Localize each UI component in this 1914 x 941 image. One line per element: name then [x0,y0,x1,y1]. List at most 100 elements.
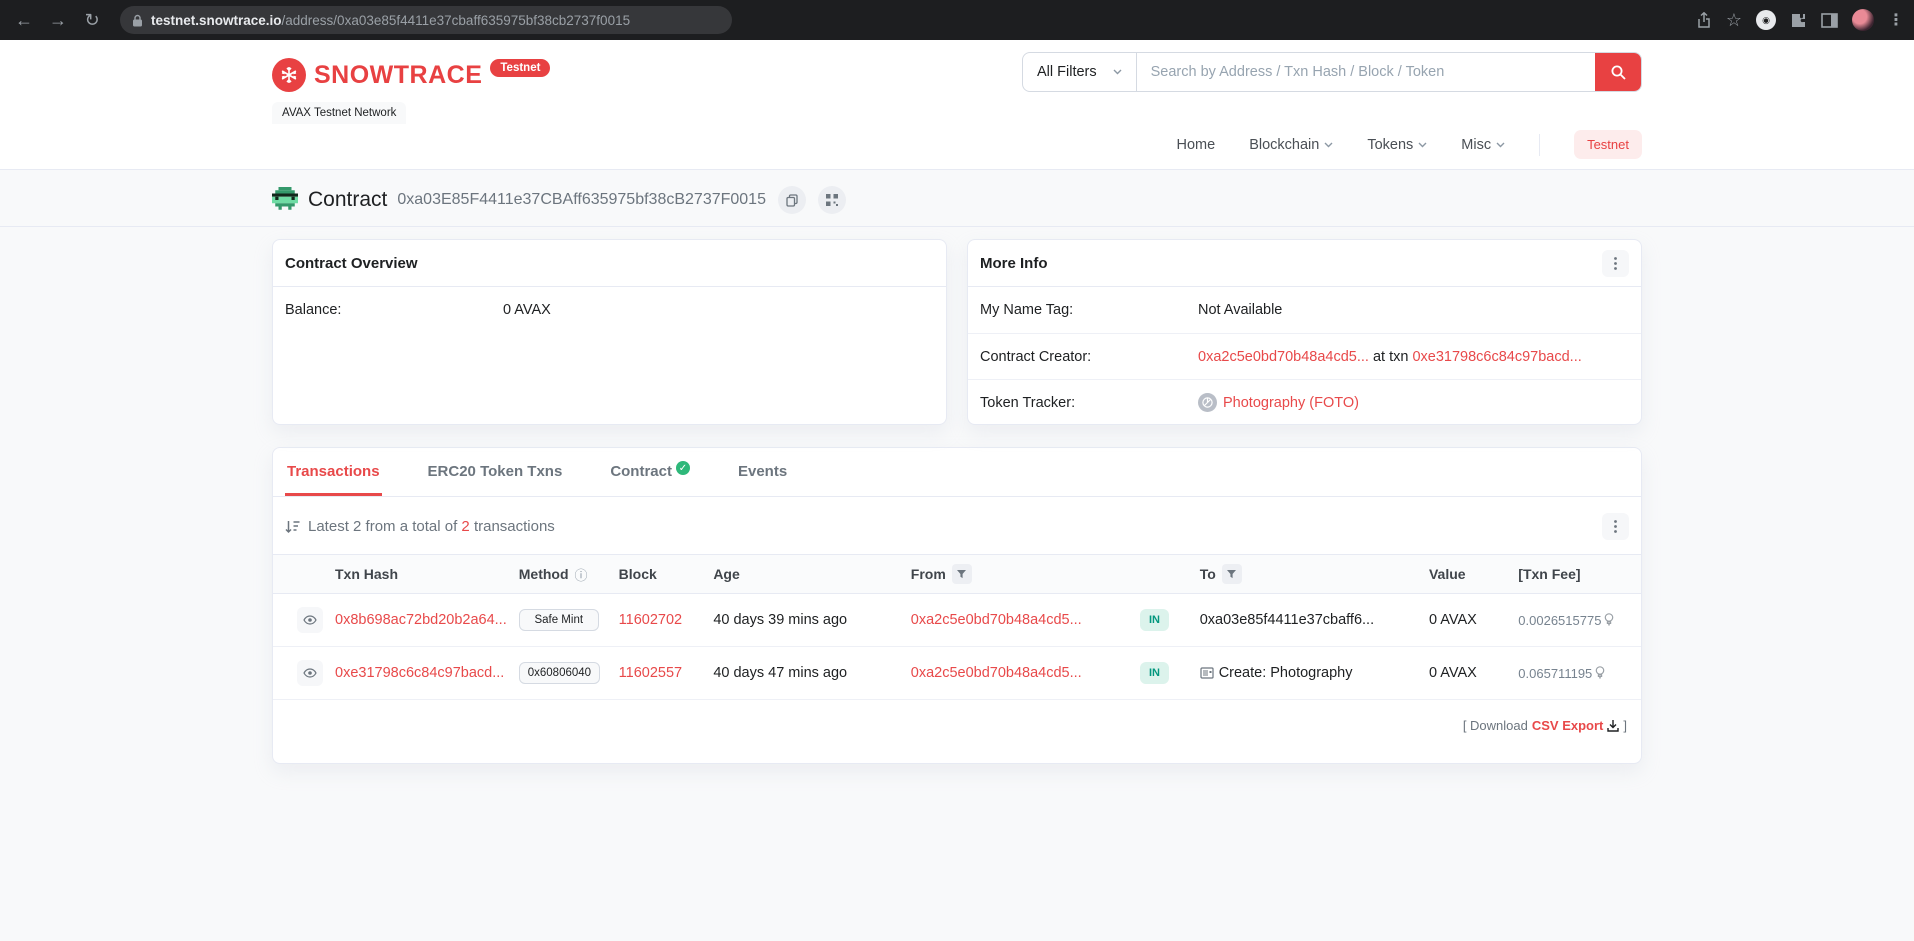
contract-address: 0xa03E85F4411e37CBAff635975bf38cB2737F00… [397,191,766,208]
column-header-direction [1134,554,1194,594]
eye-icon [303,668,317,678]
from-address-link[interactable]: 0xa2c5e0bd70b48a4cd5... [911,612,1082,628]
address-identicon [272,187,298,210]
tab-events[interactable]: Events [736,448,789,496]
info-icon[interactable]: ⓘ [575,565,588,584]
tab-transactions[interactable]: Transactions [285,448,382,496]
txn-panel-menu-button[interactable] [1602,513,1629,540]
block-link[interactable]: 11602557 [619,665,682,681]
column-header-value: Value [1422,554,1513,594]
overview-card-title: Contract Overview [285,254,418,272]
search-filter-label: All Filters [1037,64,1097,80]
contract-verified-icon: ✓ [675,461,690,475]
filter-icon [1227,569,1237,578]
bookmark-star-icon[interactable]: ☆ [1726,10,1742,31]
search-bar: All Filters [1022,52,1642,92]
extensions-puzzle-icon[interactable] [1790,12,1807,29]
nav-divider [1539,133,1541,156]
lock-icon [132,14,143,27]
method-badge[interactable]: Safe Mint [518,609,599,631]
extension-avatar-icon[interactable]: ◉ [1756,10,1776,30]
txn-fee: 0.065711195 [1518,665,1593,681]
filter-icon [957,569,967,578]
browser-forward-icon[interactable]: → [44,6,72,34]
browser-address-bar[interactable]: testnet.snowtrace.io/address/0xa03e85f44… [120,6,732,34]
search-button[interactable] [1595,53,1641,91]
txn-row: 0xe31798c6c84c97bacd... 0x60806040 11602… [273,646,1641,700]
txn-summary: Latest 2 from a total of 2 transactions [308,518,555,535]
url-host: testnet.snowtrace.io [151,12,282,28]
nav-item-misc[interactable]: Misc [1461,137,1505,153]
browser-menu-icon[interactable]: ⋮ [1888,10,1904,30]
eye-icon [303,615,317,625]
direction-badge: IN [1140,662,1169,684]
column-header-from: From [904,554,1134,594]
more-info-card-title: More Info [980,254,1048,272]
creator-separator: at txn [1372,348,1409,365]
token-tracker-link[interactable]: Photography (FOTO) [1223,395,1359,411]
creator-address-link[interactable]: 0xa2c5e0bd70b48a4cd5... [1198,349,1369,365]
method-badge[interactable]: 0x60806040 [518,662,601,684]
title-strip: Contract 0xa03E85F4411e37CBAff635975bf38… [0,170,1914,227]
txn-details-button[interactable] [297,660,323,686]
profile-avatar[interactable] [1852,9,1874,31]
balance-value: 0 AVAX [503,302,551,318]
more-info-menu-button[interactable] [1602,249,1629,277]
txn-hash-link[interactable]: 0xe31798c6c84c97bacd... [335,665,504,681]
column-header-details [273,554,329,594]
nav-item-blockchain[interactable]: Blockchain [1249,137,1333,153]
browser-chrome: ← → ↻ testnet.snowtrace.io/address/0xa03… [0,0,1914,40]
gas-bulb-icon[interactable] [1595,666,1605,680]
nav-item-home[interactable]: Home [1177,137,1216,153]
nav-blockchain-label: Blockchain [1249,136,1320,153]
tab-erc20-label: ERC20 Token Txns [427,463,563,480]
page-title: Contract [308,188,388,211]
share-icon[interactable] [1696,11,1712,29]
block-link[interactable]: 11602702 [619,612,682,628]
txn-details-button[interactable] [297,607,323,633]
to-address: 0xa03e85f4411e37cbaff6... [1199,612,1375,628]
nav-misc-label: Misc [1461,136,1492,153]
more-info-card: More Info My Name Tag: Not Available Con… [967,239,1642,425]
brand-name: SNOWTRACE [314,60,483,89]
column-header-txn-fee: [Txn Fee] [1512,554,1641,594]
txn-count: 2 [461,518,470,535]
direction-badge: IN [1140,609,1169,631]
from-address-link[interactable]: 0xa2c5e0bd70b48a4cd5... [911,665,1082,681]
nav-tokens-label: Tokens [1367,136,1414,153]
balance-label: Balance: [285,302,342,318]
contract-creation-icon [1200,667,1214,679]
brand-testnet-badge: Testnet [490,59,551,77]
to-contract-name: Create: Photography [1218,665,1353,681]
from-filter-button[interactable] [951,564,972,584]
creator-txn-link[interactable]: 0xe31798c6c84c97bacd... [1412,349,1581,365]
txn-fee: 0.0026515775 [1518,612,1602,628]
copy-address-button[interactable] [777,186,806,214]
tab-events-label: Events [737,463,788,480]
kebab-icon [1614,520,1617,533]
column-header-method: Method ⓘ [512,554,613,594]
csv-download-suffix: ] [1623,718,1627,733]
txn-hash-link[interactable]: 0x8b698ac72bd20b2a64... [335,612,507,628]
chevron-down-icon [1324,142,1333,147]
testnet-network-button[interactable]: Testnet [1574,130,1642,159]
tab-transactions-label: Transactions [287,463,380,480]
tab-contract[interactable]: Contract ✓ [608,448,692,496]
browser-back-icon[interactable]: ← [10,6,38,34]
txn-value: 0 AVAX [1422,593,1513,647]
nav-item-tokens[interactable]: Tokens [1367,137,1427,153]
csv-export-link[interactable]: CSV Export [1532,718,1604,733]
gas-bulb-icon[interactable] [1604,613,1614,627]
tab-erc20-token-txns[interactable]: ERC20 Token Txns [426,448,565,496]
search-icon [1611,65,1626,80]
side-panel-icon[interactable] [1821,12,1838,28]
column-header-age[interactable]: Age [707,554,905,594]
to-filter-button[interactable] [1221,564,1242,584]
search-input[interactable] [1136,53,1595,91]
browser-reload-icon[interactable]: ↻ [78,6,106,34]
txn-value: 0 AVAX [1422,646,1513,700]
snowtrace-logo[interactable]: SNOWTRACE Testnet [272,52,551,92]
contract-creator-label: Contract Creator: [980,348,1092,365]
qr-code-button[interactable] [817,186,846,214]
search-filter-select[interactable]: All Filters [1023,53,1137,91]
